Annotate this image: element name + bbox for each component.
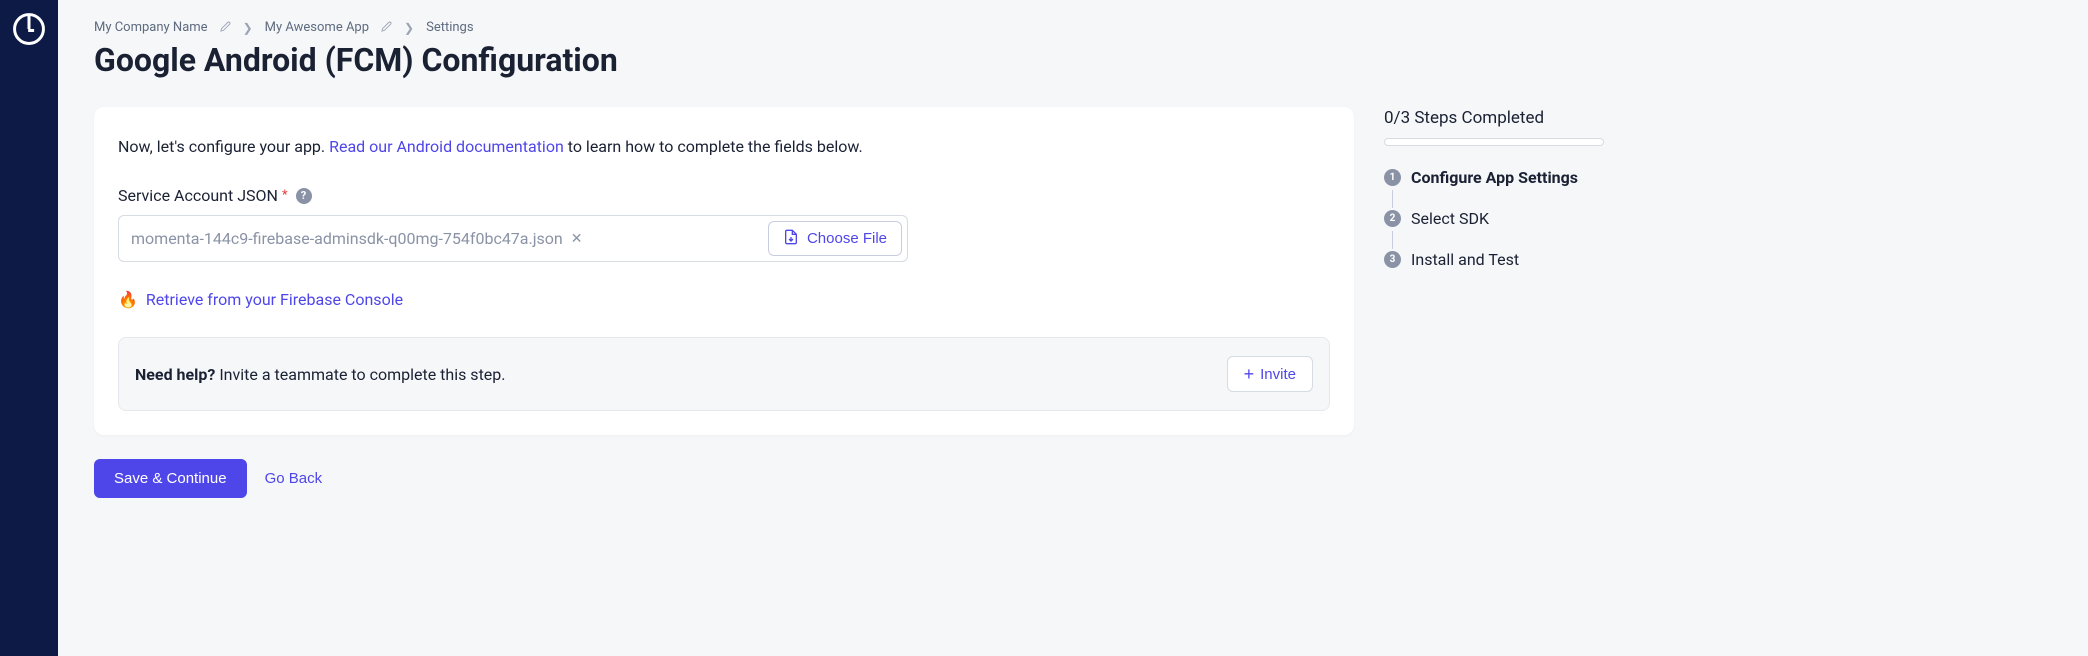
progress-bar: [1384, 138, 1604, 146]
step-label: Install and Test: [1411, 250, 1519, 269]
step-number-icon: 1: [1384, 169, 1401, 186]
intro-prefix: Now, let's configure your app.: [118, 137, 329, 156]
save-button[interactable]: Save & Continue: [94, 459, 247, 498]
go-back-button[interactable]: Go Back: [265, 470, 323, 487]
choose-file-button[interactable]: Choose File: [768, 221, 902, 256]
help-text: Need help? Invite a teammate to complete…: [135, 365, 505, 384]
chevron-right-icon: ❯: [404, 21, 414, 35]
help-strong: Need help?: [135, 365, 215, 384]
pencil-icon[interactable]: [220, 21, 231, 35]
question-icon[interactable]: ?: [296, 188, 312, 204]
field-label: Service Account JSON * ?: [118, 186, 1330, 205]
step-number-icon: 3: [1384, 251, 1401, 268]
fire-icon: 🔥: [118, 290, 138, 309]
help-box: Need help? Invite a teammate to complete…: [118, 337, 1330, 411]
intro-text: Now, let's configure your app. Read our …: [118, 137, 1330, 156]
config-card: Now, let's configure your app. Read our …: [94, 107, 1354, 435]
breadcrumb-settings: Settings: [426, 20, 473, 35]
help-suffix: Invite a teammate to complete this step.: [215, 365, 505, 384]
pencil-icon[interactable]: [381, 21, 392, 35]
step-select-sdk[interactable]: 2 Select SDK: [1384, 209, 1604, 228]
app-sidebar: [0, 0, 58, 656]
step-install-test[interactable]: 3 Install and Test: [1384, 250, 1604, 269]
step-label: Select SDK: [1411, 209, 1489, 228]
intro-suffix: to learn how to complete the fields belo…: [564, 137, 863, 156]
file-name-display: momenta-144c9-firebase-adminsdk-q00mg-75…: [131, 229, 768, 248]
onesignal-logo-icon[interactable]: [12, 12, 46, 46]
breadcrumb-app[interactable]: My Awesome App: [265, 20, 369, 35]
file-input: momenta-144c9-firebase-adminsdk-q00mg-75…: [118, 215, 908, 262]
breadcrumb-company[interactable]: My Company Name: [94, 20, 208, 35]
chevron-right-icon: ❯: [243, 21, 253, 35]
step-configure[interactable]: 1 Configure App Settings: [1384, 168, 1604, 187]
close-icon[interactable]: ✕: [571, 231, 583, 247]
action-buttons: Save & Continue Go Back: [94, 459, 1354, 498]
invite-label: Invite: [1260, 366, 1296, 383]
upload-icon: [783, 229, 799, 248]
plus-icon: +: [1244, 365, 1255, 383]
step-number-icon: 2: [1384, 210, 1401, 227]
choose-file-label: Choose File: [807, 230, 887, 247]
invite-button[interactable]: + Invite: [1227, 356, 1313, 392]
steps-header: 0/3 Steps Completed: [1384, 108, 1604, 128]
required-asterisk: *: [282, 188, 288, 203]
file-name-text: momenta-144c9-firebase-adminsdk-q00mg-75…: [131, 229, 563, 248]
steps-panel: 0/3 Steps Completed 1 Configure App Sett…: [1384, 20, 1604, 636]
firebase-console-link[interactable]: Retrieve from your Firebase Console: [146, 290, 403, 309]
retrieve-row: 🔥 Retrieve from your Firebase Console: [118, 290, 1330, 309]
breadcrumb: My Company Name ❯ My Awesome App ❯ Setti…: [94, 20, 1354, 35]
docs-link[interactable]: Read our Android documentation: [329, 137, 564, 156]
field-label-text: Service Account JSON: [118, 186, 278, 205]
page-title: Google Android (FCM) Configuration: [94, 41, 1354, 79]
step-label: Configure App Settings: [1411, 168, 1578, 187]
